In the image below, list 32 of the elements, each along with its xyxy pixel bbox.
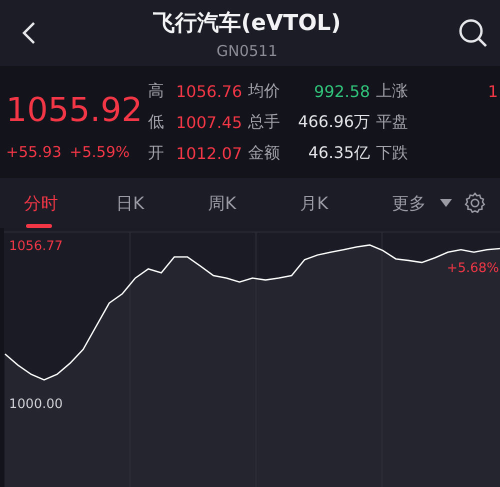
stat-value: 1 — [486, 82, 499, 100]
chart-tab[interactable]: 日K — [116, 182, 208, 224]
search-icon[interactable] — [458, 18, 488, 48]
axis-label: 1056.77 — [9, 239, 63, 254]
axis-label: 1000.00 — [9, 396, 63, 412]
stat-label: 上涨 — [376, 80, 409, 102]
chart-tab[interactable]: 月K — [300, 182, 392, 224]
stat-label: 均价 — [248, 80, 281, 102]
price-change: +55.93 — [6, 142, 62, 160]
stat-value: 1012.07 — [176, 144, 244, 162]
stat-value: 1007.45 — [176, 112, 244, 132]
percent-label: +5.68% — [446, 261, 499, 276]
chart-tab[interactable]: 周K — [208, 182, 300, 224]
stat-value: 992.58 — [313, 82, 371, 100]
stat-label: 平盘 — [376, 112, 409, 132]
stat-value: 46.35亿 — [307, 142, 371, 164]
percent-change: +5.59% — [70, 142, 130, 160]
back-icon[interactable] — [22, 21, 36, 45]
more-dropdown[interactable]: 更多 — [392, 182, 452, 224]
caret-icon — [440, 199, 452, 207]
page-title: 飞行汽车(eVTOL) — [153, 10, 341, 38]
stat-label: 开 — [148, 142, 165, 164]
stat-label: 金额 — [248, 142, 281, 164]
stat-label: 总手 — [248, 112, 281, 132]
stat-value: 466.96万 — [297, 112, 371, 132]
last-price: 1055.92 — [6, 90, 144, 128]
stat-label: 下跌 — [376, 142, 409, 164]
stat-label: 低 — [148, 112, 165, 132]
index-code: GN0511 — [216, 42, 278, 60]
stat-value: 1056.76 — [176, 82, 244, 100]
stat-label: 高 — [148, 80, 165, 102]
settings-icon[interactable] — [464, 192, 486, 214]
